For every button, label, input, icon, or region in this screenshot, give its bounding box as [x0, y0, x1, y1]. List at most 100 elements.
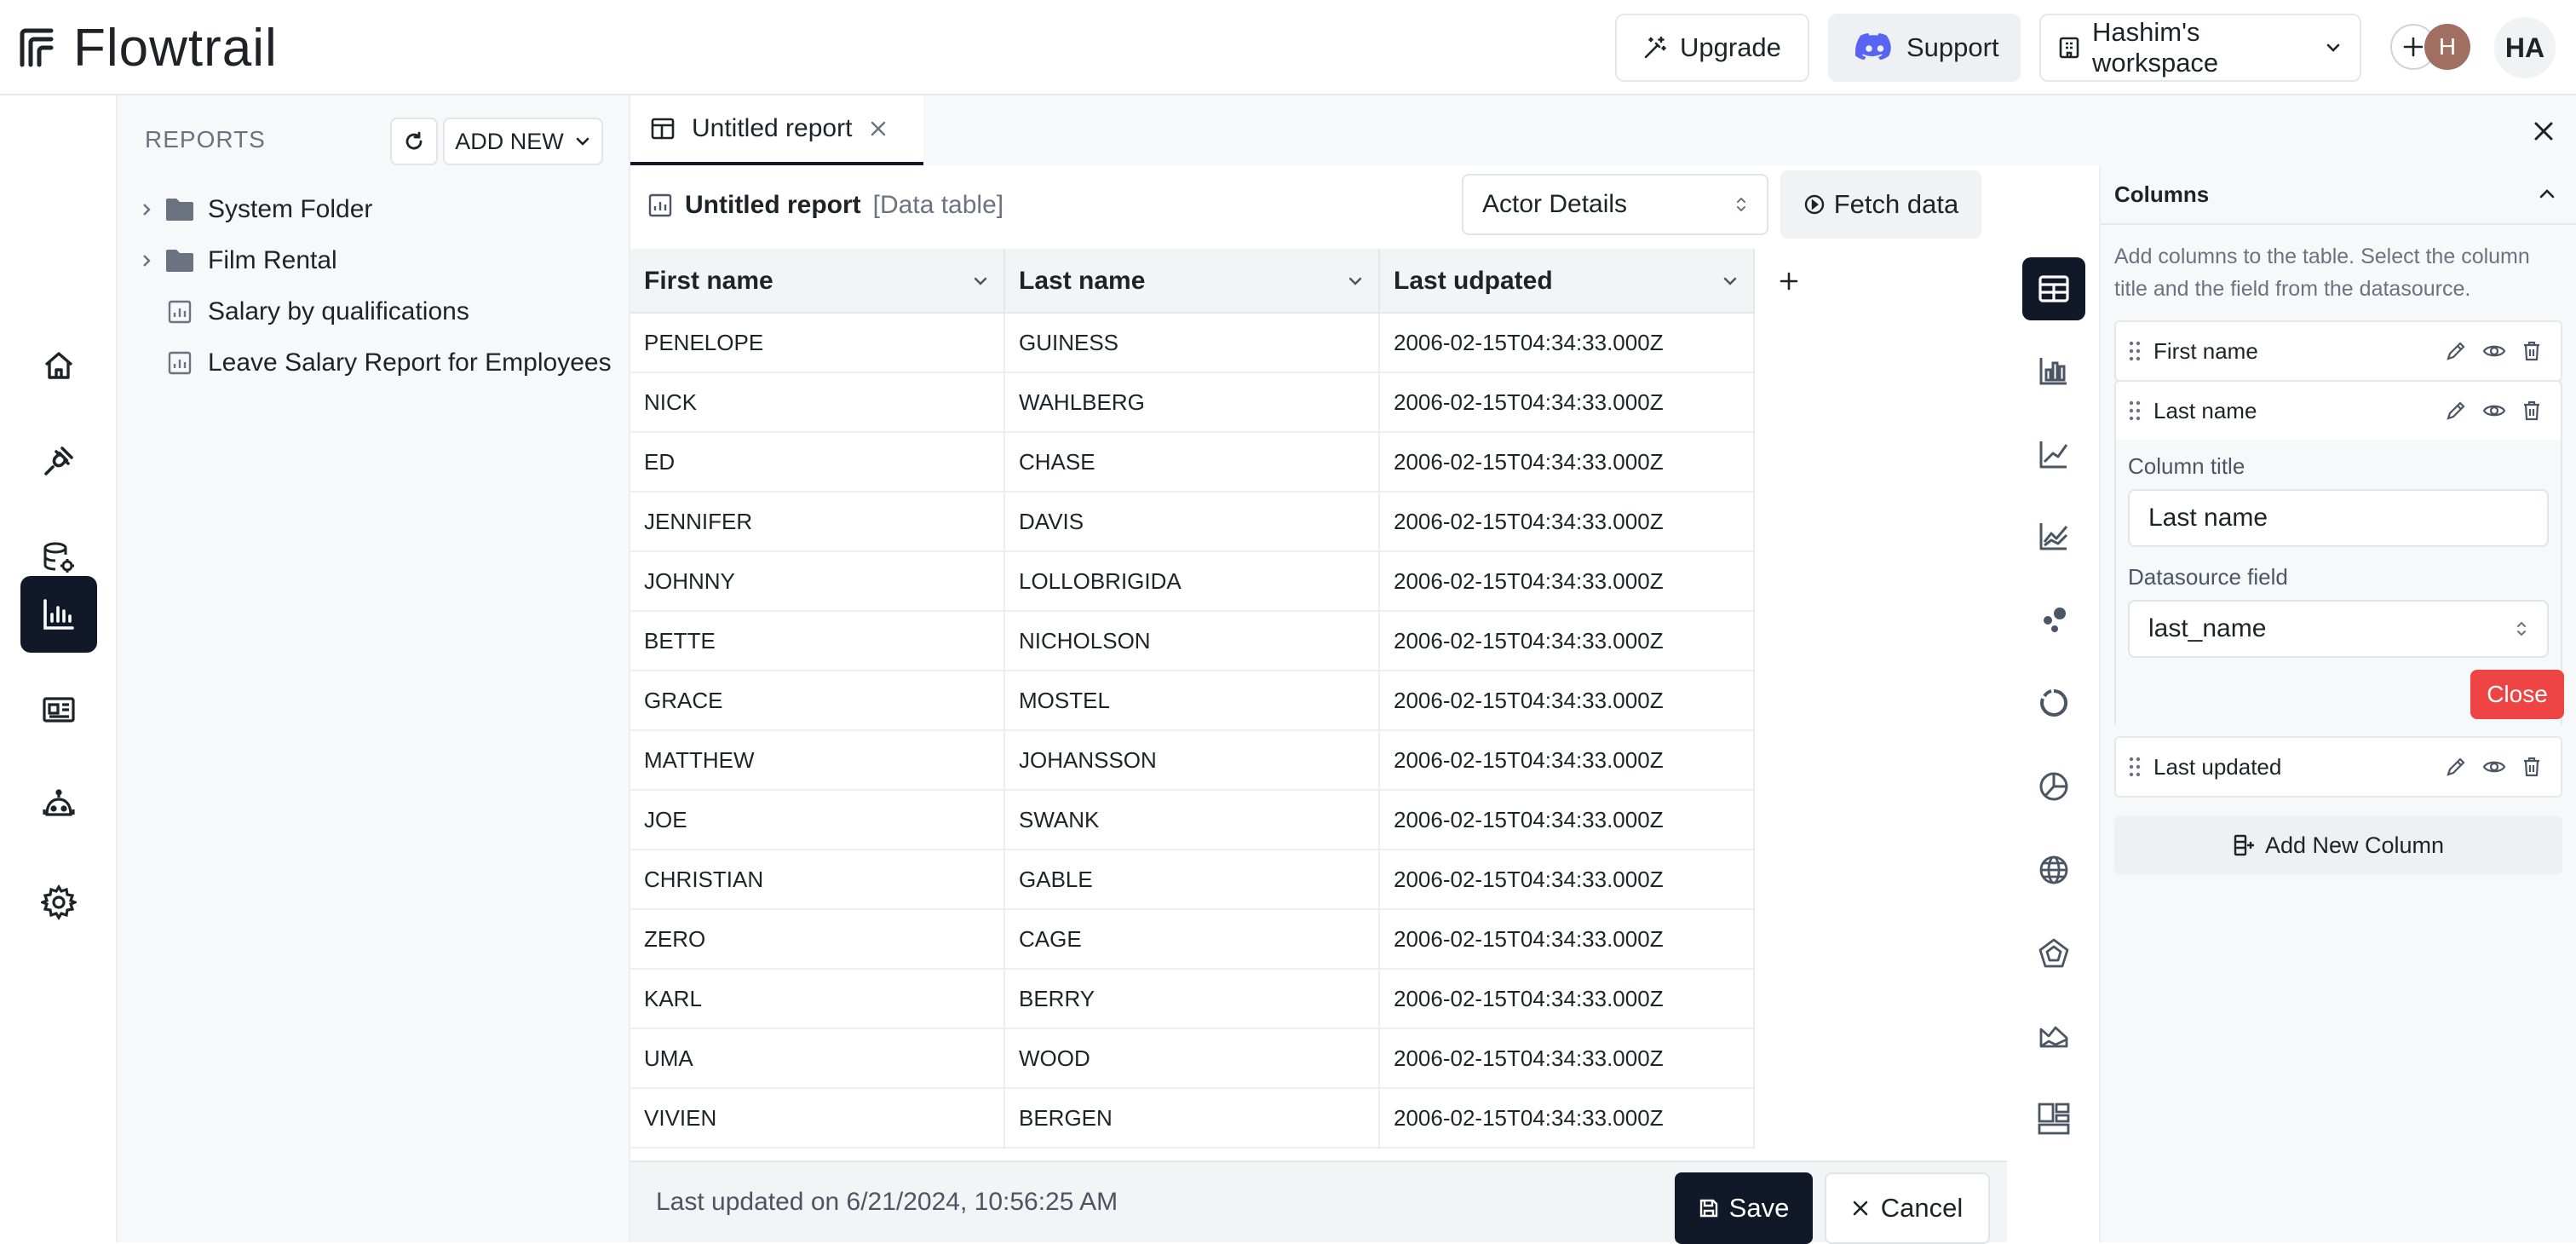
pencil-icon[interactable]: [2445, 400, 2467, 422]
chart-type-area[interactable]: [2022, 1004, 2085, 1067]
save-icon: [1699, 1198, 1719, 1218]
table-cell: 2006-02-15T04:34:33.000Z: [1380, 731, 1755, 789]
plug-icon: [41, 443, 77, 479]
datasource-select[interactable]: Actor Details: [1462, 174, 1768, 235]
table-row[interactable]: VIVIEN BERGEN 2006-02-15T04:34:33.000Z: [630, 1089, 1755, 1149]
radar-chart-icon: [2038, 937, 2070, 970]
table-row[interactable]: NICK WAHLBERG 2006-02-15T04:34:33.000Z: [630, 373, 1755, 433]
plus-icon: [1779, 271, 1799, 291]
chart-type-table[interactable]: [2022, 257, 2085, 320]
drag-handle-icon[interactable]: [2128, 340, 2142, 362]
rail-ai-assistant[interactable]: [20, 769, 97, 845]
chart-type-radar[interactable]: [2022, 922, 2085, 985]
upgrade-button[interactable]: Upgrade: [1615, 14, 1809, 82]
trash-icon[interactable]: [2521, 400, 2542, 422]
table-cell: 2006-02-15T04:34:33.000Z: [1380, 612, 1755, 670]
rail-home[interactable]: [20, 327, 97, 404]
table-cell: 2006-02-15T04:34:33.000Z: [1380, 1029, 1755, 1087]
save-button[interactable]: Save: [1675, 1172, 1813, 1244]
chevron-down-icon[interactable]: [971, 272, 990, 291]
table-row[interactable]: ZERO CAGE 2006-02-15T04:34:33.000Z: [630, 910, 1755, 970]
pencil-icon[interactable]: [2445, 340, 2467, 362]
table-row[interactable]: BETTE NICHOLSON 2006-02-15T04:34:33.000Z: [630, 612, 1755, 671]
column-header-first-name[interactable]: First name: [630, 249, 1005, 314]
close-column-editor-button[interactable]: Close: [2470, 670, 2564, 719]
table-row[interactable]: JENNIFER DAVIS 2006-02-15T04:34:33.000Z: [630, 492, 1755, 552]
drag-handle-icon[interactable]: [2128, 756, 2142, 778]
table-cell: 2006-02-15T04:34:33.000Z: [1380, 552, 1755, 610]
dashboard-icon: [41, 692, 77, 728]
close-icon: [2532, 119, 2556, 143]
tree-folder-film-rental[interactable]: Film Rental: [135, 237, 337, 285]
chevron-down-icon[interactable]: [1721, 272, 1739, 291]
eye-icon[interactable]: [2482, 400, 2506, 422]
chart-type-line[interactable]: [2022, 423, 2085, 486]
workspace-selector[interactable]: Hashim's workspace: [2039, 14, 2361, 82]
table-cell: 2006-02-15T04:34:33.000Z: [1380, 970, 1755, 1028]
add-new-column-label: Add New Column: [2264, 832, 2445, 858]
tree-report-salary-by-qualifications[interactable]: Salary by qualifications: [135, 288, 469, 336]
drag-handle-icon[interactable]: [2128, 400, 2142, 422]
column-header-last-name[interactable]: Last name: [1005, 249, 1380, 314]
column-header-label: First name: [644, 267, 773, 295]
table-row[interactable]: ED CHASE 2006-02-15T04:34:33.000Z: [630, 433, 1755, 492]
cancel-button[interactable]: Cancel: [1825, 1172, 1990, 1244]
pencil-icon[interactable]: [2445, 756, 2467, 778]
chart-type-doughnut[interactable]: [2022, 671, 2085, 734]
datasource-field-select[interactable]: last_name: [2128, 600, 2549, 658]
table-cell: DAVIS: [1005, 492, 1380, 550]
support-label: Support: [1906, 32, 1999, 62]
columns-panel-header[interactable]: Columns: [2101, 165, 2576, 225]
eye-icon[interactable]: [2482, 756, 2506, 778]
refresh-button[interactable]: [390, 118, 438, 165]
support-button[interactable]: Support: [1828, 14, 2021, 82]
globe-map-icon: [2038, 854, 2070, 886]
close-icon: [1852, 1200, 1869, 1217]
fetch-data-button[interactable]: Fetch data: [1780, 170, 1981, 239]
report-name[interactable]: Untitled report: [685, 191, 861, 220]
rail-connections[interactable]: [20, 423, 97, 499]
rail-settings[interactable]: [20, 864, 97, 941]
user-avatar[interactable]: HA: [2494, 17, 2556, 78]
tree-folder-system[interactable]: System Folder: [135, 186, 372, 233]
add-new-button[interactable]: ADD NEW: [443, 118, 603, 165]
close-editor-button[interactable]: [2523, 111, 2564, 152]
tree-report-leave-salary[interactable]: Leave Salary Report for Employees: [135, 339, 612, 387]
chart-type-scatter[interactable]: [2022, 588, 2085, 651]
bar-chart-icon: [2038, 354, 2070, 387]
table-row[interactable]: PENELOPE GUINESS 2006-02-15T04:34:33.000Z: [630, 314, 1755, 373]
table-row[interactable]: CHRISTIAN GABLE 2006-02-15T04:34:33.000Z: [630, 850, 1755, 910]
rail-dashboards[interactable]: [20, 671, 97, 748]
eye-icon[interactable]: [2482, 340, 2506, 362]
app-logo[interactable]: Flowtrail: [17, 19, 278, 78]
top-bar: Flowtrail Upgrade Support Hashim's works…: [0, 0, 2576, 95]
column-title-input[interactable]: Last name: [2128, 489, 2549, 547]
table-row[interactable]: KARL BERRY 2006-02-15T04:34:33.000Z: [630, 970, 1755, 1029]
table-row[interactable]: JOHNNY LOLLOBRIGIDA 2006-02-15T04:34:33.00…: [630, 552, 1755, 612]
chart-type-multi-line[interactable]: [2022, 504, 2085, 567]
table-row[interactable]: GRACE MOSTEL 2006-02-15T04:34:33.000Z: [630, 671, 1755, 731]
chart-type-layout[interactable]: [2022, 1087, 2085, 1150]
chevron-up-icon[interactable]: [2537, 184, 2557, 204]
column-header-last-updated[interactable]: Last udpated: [1380, 249, 1755, 314]
chart-type-pie[interactable]: [2022, 755, 2085, 818]
close-icon[interactable]: [869, 119, 888, 138]
table-cell: WAHLBERG: [1005, 373, 1380, 431]
rail-reports[interactable]: [20, 576, 97, 653]
chart-type-geo-map[interactable]: [2022, 838, 2085, 901]
chart-type-bar[interactable]: [2022, 339, 2085, 402]
table-row[interactable]: UMA WOOD 2006-02-15T04:34:33.000Z: [630, 1029, 1755, 1089]
trash-icon[interactable]: [2521, 340, 2542, 362]
table-cell: KARL: [630, 970, 1005, 1028]
trash-icon[interactable]: [2521, 756, 2542, 778]
table-row[interactable]: MATTHEW JOHANSSON 2006-02-15T04:34:33.000Z: [630, 731, 1755, 791]
table-cell: 2006-02-15T04:34:33.000Z: [1380, 373, 1755, 431]
bar-chart-icon: [41, 596, 77, 632]
table-row[interactable]: JOE SWANK 2006-02-15T04:34:33.000Z: [630, 791, 1755, 850]
add-column-button[interactable]: [1774, 266, 1804, 297]
tab-untitled-report[interactable]: Untitled report: [630, 95, 923, 165]
chevron-down-icon[interactable]: [1346, 272, 1365, 291]
table-cell: 2006-02-15T04:34:33.000Z: [1380, 791, 1755, 849]
add-new-column-button[interactable]: Add New Column: [2114, 816, 2562, 874]
member-avatar[interactable]: H: [2424, 24, 2470, 70]
